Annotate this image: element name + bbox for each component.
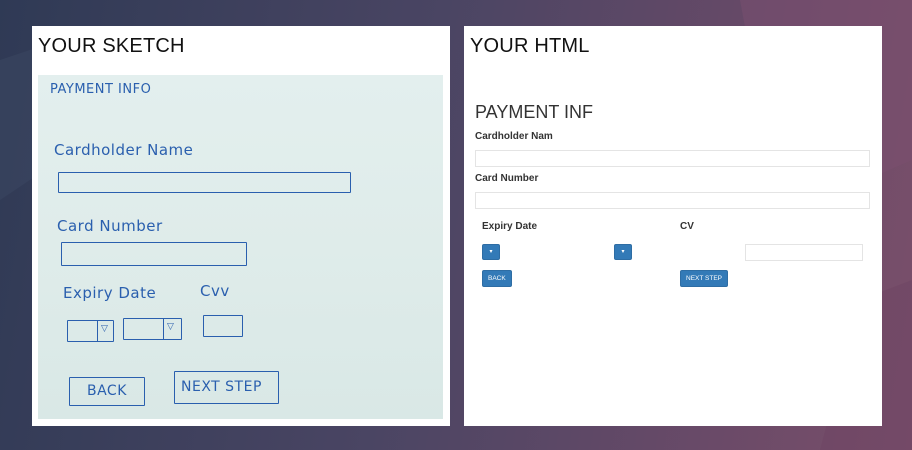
form-heading: PAYMENT INF — [475, 102, 594, 122]
sketch-cardholder-label: Cardholder Name — [54, 141, 194, 159]
sketch-back-label: BACK — [87, 383, 127, 399]
cvv-input[interactable] — [745, 244, 863, 261]
chevron-down-icon: ▽ — [101, 324, 108, 334]
expiry-year-dropdown[interactable]: ▾ — [614, 244, 632, 260]
sketch-next-label: NEXT STEP — [181, 379, 262, 395]
chevron-down-icon: ▾ — [489, 249, 493, 255]
sketch-heading: PAYMENT INFO — [50, 82, 152, 97]
sketch-card-number-field — [61, 242, 247, 266]
back-button[interactable]: BACK — [482, 270, 512, 287]
cardholder-name-input[interactable] — [475, 150, 870, 167]
sketch-cardholder-field — [58, 172, 351, 193]
sketch-panel: YOUR SKETCH PAYMENT INFO Cardholder Name… — [32, 26, 450, 426]
sketch-photo: PAYMENT INFO Cardholder Name Card Number… — [38, 75, 443, 419]
sketch-panel-title: YOUR SKETCH — [38, 35, 185, 57]
sketch-dropdown-divider — [97, 321, 98, 341]
html-panel-title: YOUR HTML — [470, 35, 590, 57]
expiry-date-label: Expiry Date — [482, 221, 538, 232]
card-number-input[interactable] — [475, 192, 870, 209]
next-step-button[interactable]: NEXT STEP — [680, 270, 729, 287]
sketch-cvv-field — [203, 315, 243, 337]
sketch-dropdown-divider — [163, 319, 164, 339]
sketch-card-number-label: Card Number — [57, 217, 163, 235]
card-number-label: Card Number — [475, 173, 539, 184]
chevron-down-icon: ▾ — [621, 249, 625, 255]
cvv-label: CV — [680, 221, 694, 232]
sketch-cvv-label: Cvv — [200, 282, 230, 300]
cardholder-name-label: Cardholder Nam — [475, 131, 553, 142]
expiry-month-dropdown[interactable]: ▾ — [482, 244, 500, 260]
chevron-down-icon: ▽ — [167, 322, 174, 332]
sketch-expiry-label: Expiry Date — [63, 284, 157, 302]
html-panel: YOUR HTML PAYMENT INF Cardholder Nam Car… — [464, 26, 882, 426]
